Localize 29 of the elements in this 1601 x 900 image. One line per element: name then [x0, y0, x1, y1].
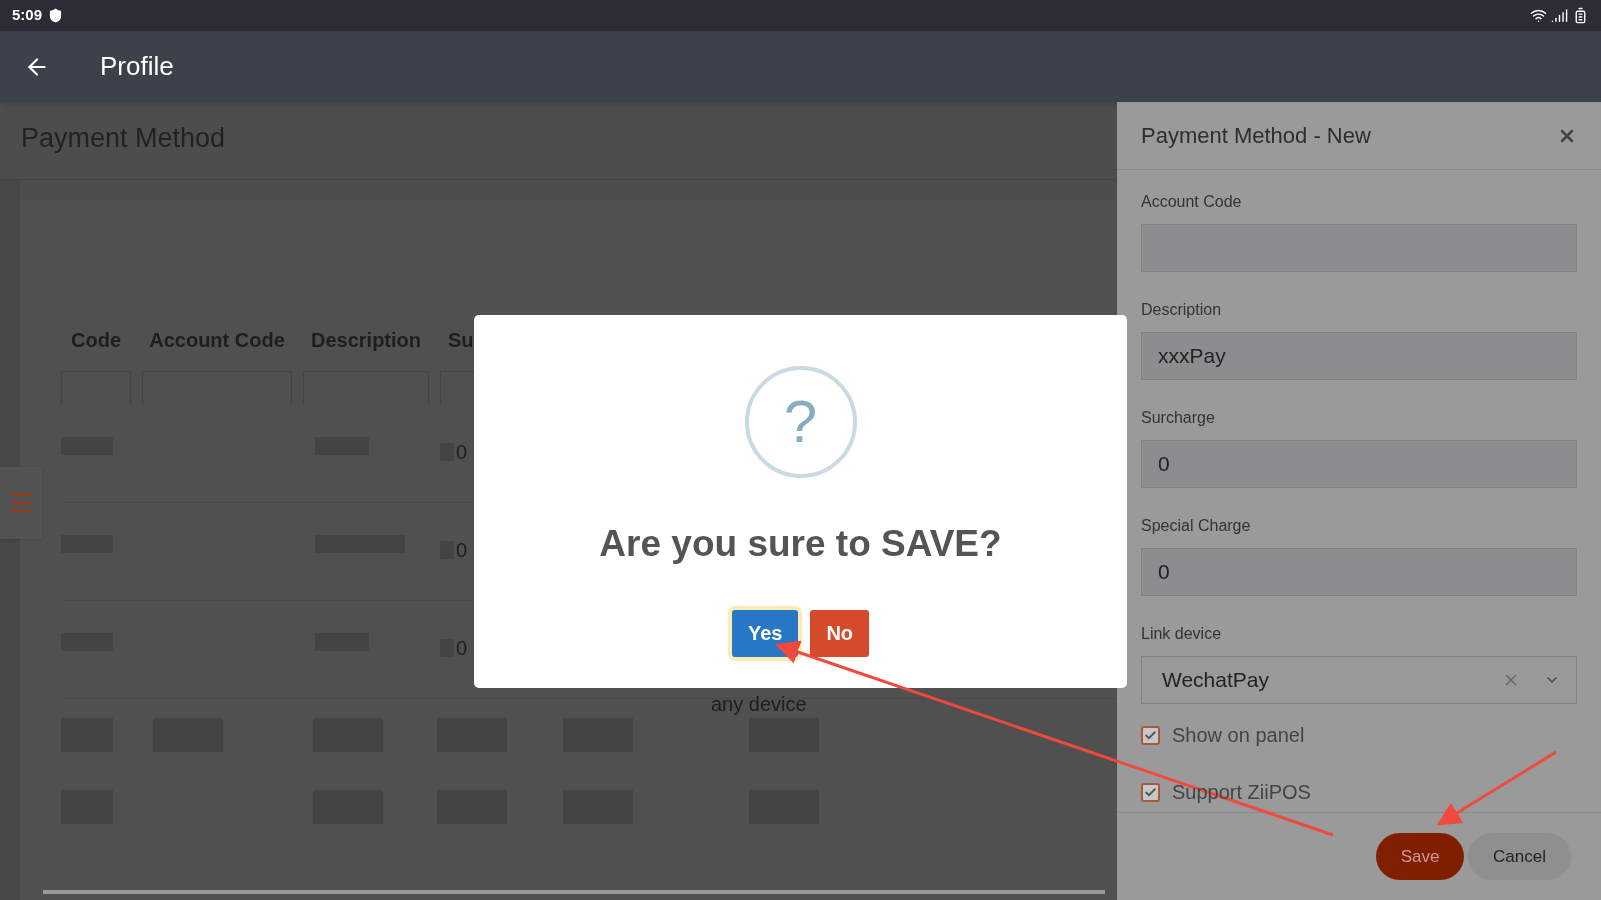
cancel-button[interactable]: Cancel	[1468, 833, 1571, 880]
wifi-icon	[1530, 7, 1547, 24]
input-field[interactable]: 0	[1141, 548, 1577, 596]
input-field[interactable]: xxxPay	[1141, 332, 1577, 380]
signal-icon	[1551, 7, 1568, 24]
select-field[interactable]: WechatPay	[1141, 656, 1577, 704]
checkbox-label: Show on panel	[1172, 723, 1305, 748]
input-field[interactable]	[1141, 224, 1577, 272]
field-label: Account Code	[1141, 192, 1243, 212]
dialog-message: Are you sure to SAVE?	[599, 522, 1002, 566]
save-button[interactable]: Save	[1376, 833, 1464, 880]
horizontal-scrollbar[interactable]	[43, 890, 1105, 894]
input-field[interactable]: 0	[1141, 440, 1577, 488]
question-icon: ?	[744, 366, 857, 478]
status-time: 5:09	[12, 5, 43, 26]
no-button[interactable]: No	[810, 609, 870, 657]
field-label: Surcharge	[1141, 408, 1216, 428]
select-value: WechatPay	[1162, 667, 1270, 694]
field-label: Link device	[1141, 624, 1223, 644]
field-label: Description	[1141, 300, 1223, 320]
check-icon	[1144, 728, 1157, 742]
checkbox[interactable]	[1141, 725, 1160, 745]
check-icon	[1144, 785, 1157, 799]
menu-button[interactable]	[0, 467, 42, 539]
app-bar-title: Profile	[100, 50, 174, 83]
panel-title: Payment Method - New	[1141, 122, 1372, 150]
checkbox[interactable]	[1141, 782, 1160, 802]
shield-icon	[48, 8, 64, 23]
field-label: Special Charge	[1141, 516, 1252, 536]
